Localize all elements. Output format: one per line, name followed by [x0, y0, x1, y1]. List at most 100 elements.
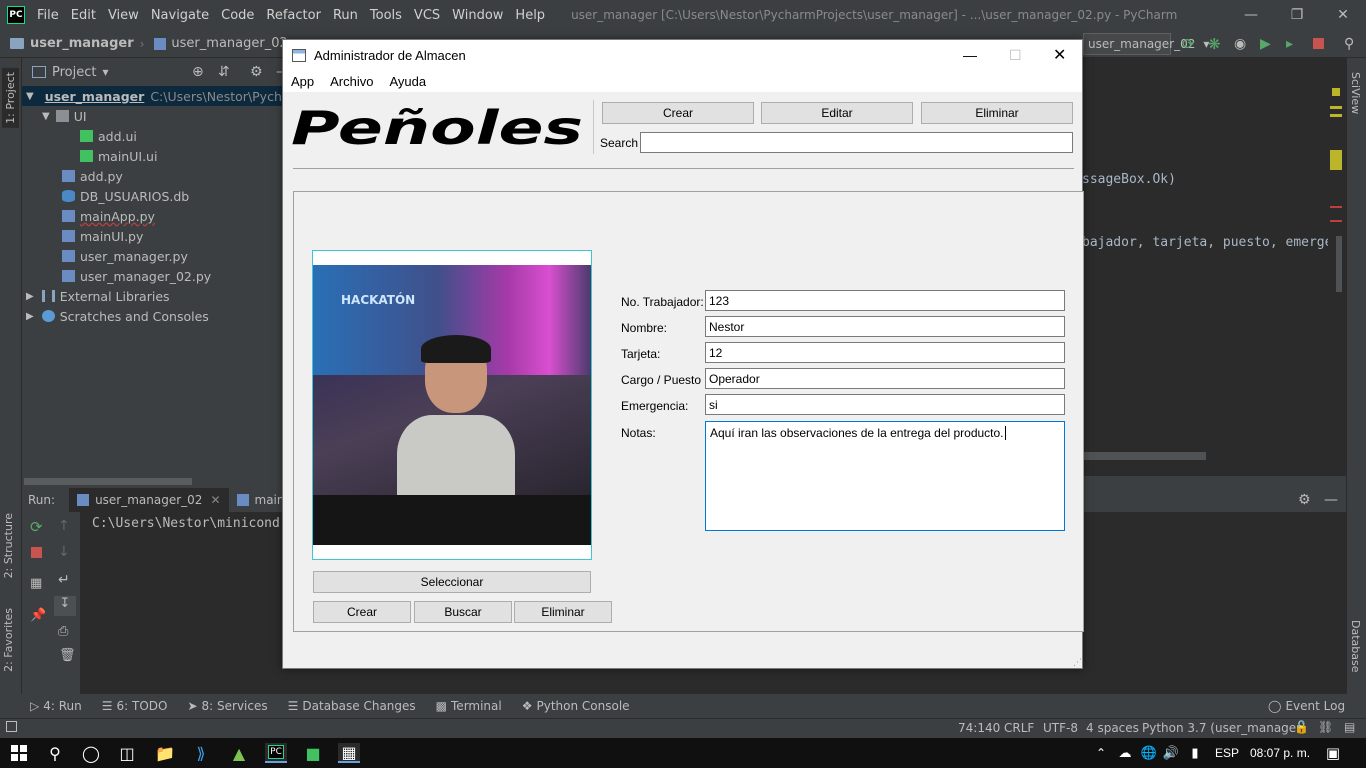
search-icon[interactable]: ⚲	[44, 743, 66, 763]
tab-favorites[interactable]: 2: Favorites	[2, 608, 15, 672]
bottom-eliminar-button[interactable]: Eliminar	[514, 601, 612, 623]
tool-todo[interactable]: ☰ 6: TODO	[102, 699, 168, 713]
tool-services[interactable]: ➤ 8: Services	[187, 699, 267, 713]
qt-designer-icon[interactable]: ■	[302, 743, 324, 763]
coverage-icon[interactable]: ◉	[1234, 36, 1246, 52]
tool-database-changes[interactable]: ☰ Database Changes	[288, 699, 416, 713]
app-window-icon[interactable]: ▦	[338, 743, 360, 763]
menu-vcs[interactable]: VCS	[414, 8, 440, 23]
debug-icon[interactable]: ❋	[1208, 35, 1221, 53]
editor-hscrollbar[interactable]	[1082, 452, 1206, 460]
layout-toggle-icon[interactable]	[6, 721, 17, 732]
chevron-right-icon[interactable]: ▶	[26, 311, 34, 322]
cortana-icon[interactable]: ◯	[80, 743, 102, 763]
emergencia-input[interactable]: si	[705, 394, 1065, 415]
notifications-icon[interactable]: ▤	[1344, 720, 1355, 734]
rerun-icon[interactable]: ⟳	[30, 518, 43, 536]
caret-position[interactable]: 74:140	[958, 721, 1000, 735]
tree-file[interactable]: DB_USUARIOS.db	[62, 186, 189, 206]
menu-file[interactable]: File	[37, 8, 59, 23]
cloud-icon[interactable]: ☁	[1114, 743, 1136, 763]
resize-grip-icon[interactable]: ⋰	[1073, 658, 1082, 668]
menu-run[interactable]: Run	[333, 8, 358, 23]
line-separator[interactable]: CRLF	[1004, 721, 1034, 735]
search-input[interactable]	[640, 132, 1073, 153]
close-icon[interactable]: ✕	[1320, 0, 1366, 30]
tool-run[interactable]: ▷ 4: Run	[30, 699, 82, 713]
menu-app[interactable]: App	[291, 74, 314, 89]
tool-event-log[interactable]: ◯ Event Log	[1268, 699, 1345, 713]
soft-wrap-icon[interactable]: ↵	[58, 572, 70, 588]
inspector-icon[interactable]: ⛓	[1318, 720, 1333, 734]
pin-icon[interactable]: 📌	[30, 608, 46, 623]
action-center-icon[interactable]: ▣	[1322, 743, 1344, 763]
scroll-thumb[interactable]	[24, 478, 192, 485]
tree-root[interactable]: ▼ user_manager C:\Users\Nestor\Pycharm	[22, 86, 307, 106]
nombre-input[interactable]: Nestor	[705, 316, 1065, 337]
tree-file[interactable]: mainUI.py	[62, 226, 143, 246]
tab-structure[interactable]: 2: Structure	[2, 513, 15, 578]
menu-help[interactable]: Help	[515, 8, 545, 23]
interpreter[interactable]: Python 3.7 (user_manager)	[1142, 721, 1306, 735]
tree-file[interactable]: add.py	[62, 166, 123, 186]
windows-start-icon[interactable]	[8, 743, 30, 763]
minimize-icon[interactable]: —	[1228, 0, 1274, 30]
seleccionar-button[interactable]: Seleccionar	[313, 571, 591, 593]
editar-button[interactable]: Editar	[761, 102, 913, 124]
tree-file[interactable]: mainApp.py	[62, 206, 155, 226]
menu-view[interactable]: View	[108, 8, 139, 23]
chevron-down-icon[interactable]: ▼	[26, 91, 34, 102]
close-icon[interactable]: ✕	[210, 493, 220, 507]
menu-navigate[interactable]: Navigate	[151, 8, 209, 23]
tree-file[interactable]: user_manager.py	[62, 246, 188, 266]
tab-project[interactable]: 1: Project	[2, 68, 19, 128]
menu-refactor[interactable]: Refactor	[266, 8, 321, 23]
maximize-icon[interactable]: ❐	[1274, 0, 1320, 30]
stop-icon[interactable]	[1313, 38, 1324, 49]
run-icon[interactable]: ▸	[1286, 36, 1293, 52]
vscode-icon[interactable]: ⟫	[190, 743, 212, 763]
trabajador-input[interactable]: 123	[705, 290, 1065, 311]
search-everywhere-icon[interactable]: ⚲	[1344, 36, 1354, 52]
chevron-down-icon[interactable]: ▾	[102, 65, 108, 79]
window-titlebar[interactable]: Administrador de Almacen — ☐ ✕	[283, 40, 1082, 70]
indent-setting[interactable]: 4 spaces	[1086, 721, 1139, 735]
tool-python-console[interactable]: ❖ Python Console	[522, 699, 630, 713]
chevron-down-icon[interactable]: ▼	[42, 111, 50, 122]
menu-tools[interactable]: Tools	[370, 8, 402, 23]
tree-file-add-ui[interactable]: add.ui	[80, 126, 137, 146]
run-config-select[interactable]: user_manager_02 ▾	[1083, 33, 1209, 55]
tree-scratches[interactable]: ▶ Scratches and Consoles	[26, 306, 209, 326]
menu-archivo[interactable]: Archivo	[330, 74, 373, 89]
arrow-down-icon[interactable]: ↓	[58, 544, 70, 560]
cargo-input[interactable]: Operador	[705, 368, 1065, 389]
task-view-icon[interactable]: ◫	[116, 743, 138, 763]
clock[interactable]: 08:07 p. m.	[1250, 746, 1310, 760]
crear-button[interactable]: Crear	[602, 102, 754, 124]
maximize-icon[interactable]: ☐	[1009, 47, 1022, 64]
buscar-button[interactable]: Buscar	[414, 601, 512, 623]
minimize-icon[interactable]: —	[963, 47, 977, 63]
menu-ayuda[interactable]: Ayuda	[390, 74, 427, 89]
volume-icon[interactable]: 🔊	[1160, 743, 1182, 763]
rerun-icon[interactable]: ⟳	[1182, 35, 1195, 53]
print-icon[interactable]: ⎙	[58, 624, 68, 639]
tree-file-mainui-ui[interactable]: mainUI.ui	[80, 146, 157, 166]
language-indicator[interactable]: ESP	[1215, 746, 1239, 760]
tool-terminal[interactable]: ▩ Terminal	[436, 699, 502, 713]
project-panel-title[interactable]: Project	[52, 65, 96, 80]
trash-icon[interactable]: 🗑	[59, 648, 76, 663]
file-encoding[interactable]: UTF-8	[1043, 721, 1078, 735]
gear-icon[interactable]: ⚙	[250, 64, 263, 80]
network-icon[interactable]: 🌐	[1138, 743, 1160, 763]
pycharm-taskbar-icon[interactable]: PC	[265, 743, 287, 763]
layout-icon[interactable]: ▦	[30, 576, 42, 591]
editor-vscrollbar[interactable]	[1336, 236, 1342, 292]
profile-icon[interactable]: ▶	[1260, 36, 1271, 52]
tree-file[interactable]: user_manager_02.py	[62, 266, 211, 286]
run-tab-active[interactable]: user_manager_02 ✕	[69, 488, 229, 512]
tab-database[interactable]: Database	[1349, 620, 1362, 673]
collapse-icon[interactable]: ⇵	[218, 64, 230, 80]
gear-icon[interactable]: ⚙	[1298, 492, 1311, 508]
android-icon[interactable]: ▲	[228, 743, 250, 763]
